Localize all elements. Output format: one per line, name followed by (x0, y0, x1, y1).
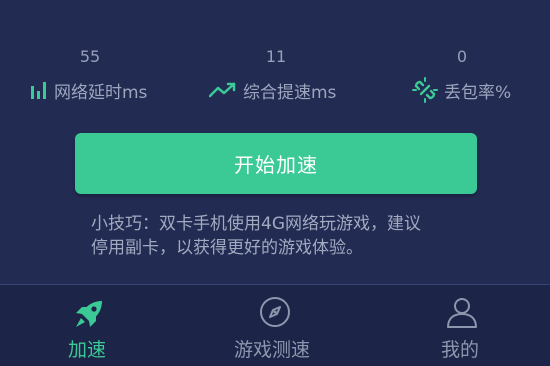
packet-loss-label: 丢包率% (444, 82, 512, 103)
tip-line-1: 小技巧：双卡手机使用4G网络玩游戏，建议 (91, 214, 421, 234)
latency-label: 网络延时ms (54, 82, 148, 103)
speedup-stat: 综合提速ms (209, 77, 336, 103)
speedup-label: 综合提速ms (243, 82, 337, 103)
speedup-value: 11 (265, 47, 287, 66)
bottom-tab-bar: 加速 游戏测速 我的 (0, 284, 550, 366)
latency-value: 55 (79, 47, 101, 66)
tip-line-2: 停用副卡，以获得更好的游戏体验。 (91, 238, 363, 258)
person-icon (447, 298, 477, 328)
tip-text: 小技巧：双卡手机使用4G网络玩游戏，建议 停用副卡，以获得更好的游戏体验。 (91, 212, 471, 260)
stats-panel: 55 11 0 网络延时ms 综合提速ms 丢包率% (0, 0, 550, 120)
tab-label-profile: 我的 (441, 339, 480, 361)
rocket-icon (76, 301, 102, 327)
tab-game-speed-test[interactable]: 游戏测速 (220, 285, 330, 366)
compass-icon (260, 297, 290, 327)
broken-link-icon (412, 77, 438, 103)
packet-loss-stat: 丢包率% (412, 77, 511, 103)
latency-stat: 网络延时ms (30, 77, 147, 103)
tab-label-accelerate: 加速 (68, 339, 107, 361)
tab-label-game-speed-test: 游戏测速 (234, 339, 311, 361)
start-acceleration-button[interactable]: 开始加速 (75, 133, 477, 194)
tab-accelerate[interactable]: 加速 (40, 285, 140, 366)
signal-bars-icon (31, 82, 46, 99)
tab-profile[interactable]: 我的 (420, 285, 510, 366)
trend-up-icon (209, 82, 236, 98)
packet-loss-value: 0 (456, 47, 468, 66)
